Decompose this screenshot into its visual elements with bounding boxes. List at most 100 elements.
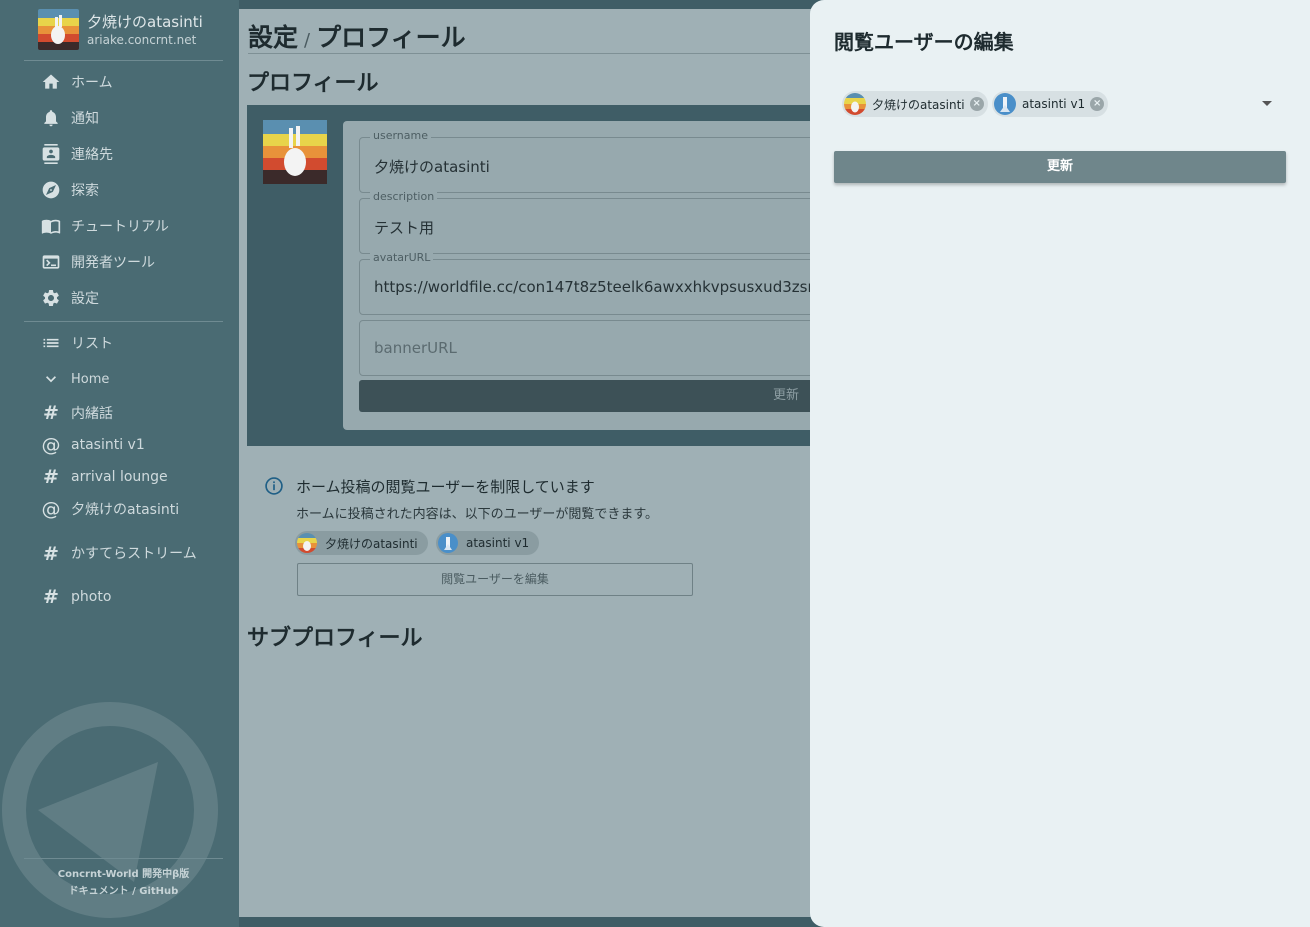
- nav-label: 開発者ツール: [71, 255, 155, 271]
- account-host: ariake.concrnt.net: [87, 32, 197, 47]
- breadcrumb-page: プロフィール: [316, 23, 466, 52]
- terminal-icon: [40, 251, 62, 273]
- nav-label: ホーム: [71, 75, 113, 91]
- stream-item[interactable]: # arrival lounge: [40, 465, 168, 489]
- account-name: 夕焼けのatasinti: [87, 12, 203, 31]
- footer-links[interactable]: ドキュメント / GitHub: [24, 883, 223, 900]
- profile-heading: プロフィール: [247, 71, 379, 96]
- profile-avatar[interactable]: [263, 120, 327, 184]
- breadcrumb: 設定 / プロフィール: [248, 18, 466, 54]
- chip-label: atasinti v1: [466, 536, 530, 550]
- nav-label: 設定: [71, 291, 99, 307]
- chip-label: atasinti v1: [1022, 97, 1086, 111]
- stream-label: atasinti v1: [71, 437, 145, 453]
- avatar: [297, 533, 317, 553]
- profile-form: username 夕焼けのatasinti description テスト用 a…: [343, 121, 839, 430]
- stream-label: arrival lounge: [71, 469, 168, 485]
- selected-user-chip: 夕焼けのatasinti ×: [842, 91, 988, 117]
- divider: [248, 53, 828, 54]
- nav-explore[interactable]: 探索: [40, 178, 99, 202]
- viewer-select[interactable]: 夕焼けのatasinti × atasinti v1 ×: [834, 86, 1286, 122]
- account-switcher[interactable]: 夕焼けのatasinti ariake.concrnt.net: [38, 9, 203, 50]
- divider: [24, 321, 223, 322]
- divider: [24, 60, 223, 61]
- chip-label: 夕焼けのatasinti: [872, 97, 965, 112]
- avatar-url-field[interactable]: avatarURL https://worldfile.cc/con147t8z…: [359, 251, 839, 315]
- nav-settings[interactable]: 設定: [40, 286, 99, 310]
- edit-viewers-button[interactable]: 閲覧ユーザーを編集: [297, 563, 693, 596]
- stream-item[interactable]: @ atasinti v1: [40, 433, 145, 457]
- edit-viewers-drawer: 閲覧ユーザーの編集 夕焼けのatasinti × atasinti v1 × 更…: [810, 0, 1310, 927]
- nav-label: チュートリアル: [71, 219, 169, 235]
- list-home-toggle[interactable]: Home: [40, 367, 109, 391]
- nav-tutorial[interactable]: チュートリアル: [40, 214, 169, 238]
- bell-icon: [40, 107, 62, 129]
- remove-chip-icon[interactable]: ×: [1090, 97, 1105, 111]
- nav-label: 探索: [71, 183, 99, 199]
- stream-item[interactable]: # 内緒話: [40, 401, 113, 425]
- field-value: https://worldfile.cc/con147t8z5teelk6awx…: [374, 278, 823, 296]
- notice-title: ホーム投稿の閲覧ユーザーを制限しています: [296, 478, 595, 496]
- field-label: username: [370, 129, 431, 142]
- selected-user-chip: atasinti v1 ×: [992, 91, 1109, 117]
- hash-icon: #: [43, 543, 59, 565]
- at-icon: @: [41, 434, 61, 456]
- avatar: [438, 533, 458, 553]
- book-icon: [40, 215, 62, 237]
- hash-icon: #: [43, 402, 59, 424]
- nav-home[interactable]: ホーム: [40, 70, 113, 94]
- stream-label: 夕焼けのatasinti: [71, 502, 180, 518]
- hash-icon: #: [43, 466, 59, 488]
- chip-label: 夕焼けのatasinti: [325, 536, 418, 551]
- description-field[interactable]: description テスト用: [359, 190, 839, 254]
- viewer-chip: atasinti v1: [436, 531, 540, 555]
- info-icon: [265, 477, 283, 495]
- stream-label: photo: [71, 589, 112, 605]
- field-value: テスト用: [374, 219, 435, 237]
- profile-banner: username 夕焼けのatasinti description テスト用 a…: [247, 105, 839, 446]
- nav-label: 通知: [71, 111, 99, 127]
- avatar: [38, 9, 79, 50]
- gear-icon: [40, 287, 62, 309]
- dropdown-arrow-icon[interactable]: [1262, 101, 1272, 106]
- stream-label: かすてらストリーム: [71, 546, 197, 562]
- divider: [24, 858, 223, 859]
- main-content: 設定/プロフィール プロフィール username 夕焼けのatasinti: [239, 9, 839, 917]
- stream-item[interactable]: # photo: [40, 585, 111, 609]
- compass-icon: [40, 179, 62, 201]
- stream-item[interactable]: # かすてらストリーム: [40, 530, 201, 578]
- at-icon: @: [41, 498, 61, 520]
- field-placeholder: bannerURL: [374, 339, 457, 357]
- nav-devtools[interactable]: 開発者ツール: [40, 250, 155, 274]
- remove-chip-icon[interactable]: ×: [969, 97, 984, 111]
- notice-body: ホームに投稿された内容は、以下のユーザーが閲覧できます。: [296, 507, 659, 522]
- stream-label: 内緒話: [71, 406, 113, 422]
- breadcrumb-root[interactable]: 設定: [248, 23, 298, 52]
- field-label: description: [370, 190, 438, 203]
- stream-item[interactable]: @ 夕焼けのatasinti: [40, 497, 180, 521]
- hash-icon: #: [43, 586, 59, 608]
- footer-version: Concrnt-World 開発中β版: [57, 869, 190, 880]
- sidebar: 夕焼けのatasinti ariake.concrnt.net ホーム 通知 連…: [0, 0, 239, 927]
- nav-contacts[interactable]: 連絡先: [40, 142, 113, 166]
- breadcrumb-separator: /: [304, 30, 311, 51]
- home-icon: [40, 71, 62, 93]
- nav-label: リスト: [71, 336, 113, 352]
- avatar: [994, 93, 1016, 115]
- field-value: 夕焼けのatasinti: [374, 158, 490, 176]
- field-label: avatarURL: [370, 251, 434, 264]
- drawer-update-button[interactable]: 更新: [834, 151, 1286, 183]
- nav-notifications[interactable]: 通知: [40, 106, 99, 130]
- drawer-title: 閲覧ユーザーの編集: [834, 30, 1014, 54]
- banner-url-field[interactable]: bannerURL: [359, 320, 839, 376]
- nav-label: 連絡先: [71, 147, 113, 163]
- sidebar-footer: Concrnt-World 開発中β版 ドキュメント / GitHub: [24, 866, 223, 900]
- list-home-label: Home: [71, 371, 110, 387]
- username-field[interactable]: username 夕焼けのatasinti: [359, 129, 839, 193]
- viewer-chip: 夕焼けのatasinti: [295, 531, 428, 555]
- avatar: [844, 93, 866, 115]
- chevron-down-icon: [40, 368, 62, 390]
- profile-update-button[interactable]: 更新: [359, 380, 839, 412]
- nav-list[interactable]: リスト: [40, 331, 113, 355]
- subprofile-heading: サブプロフィール: [247, 626, 423, 651]
